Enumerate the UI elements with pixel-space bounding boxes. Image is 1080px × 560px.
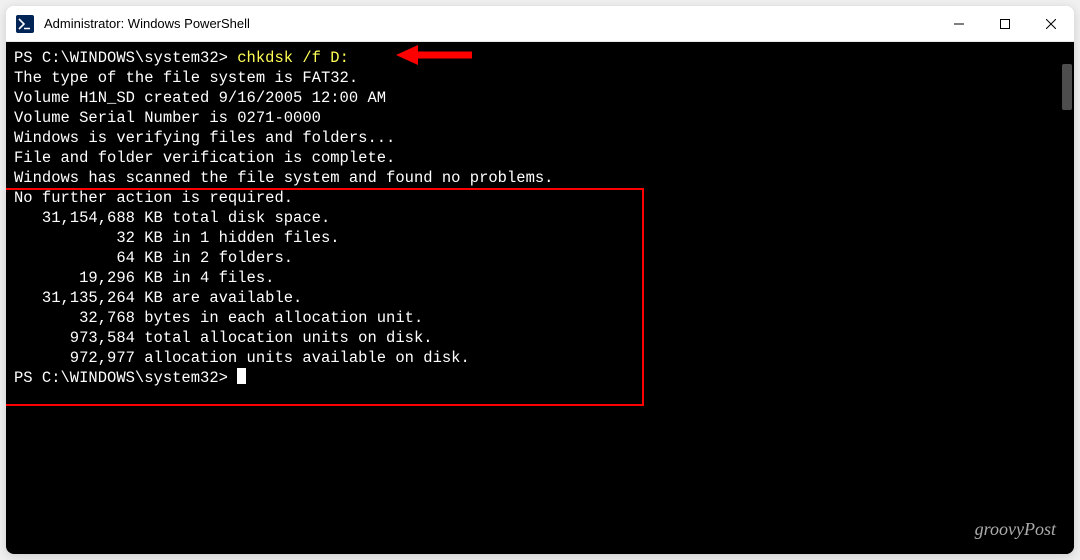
output-line: 64 KB in 2 folders.	[14, 248, 1066, 268]
output-line: File and folder verification is complete…	[14, 148, 1066, 168]
prompt-path: PS C:\WINDOWS\system32>	[14, 369, 237, 387]
titlebar[interactable]: Administrator: Windows PowerShell	[6, 6, 1074, 42]
close-button[interactable]	[1028, 6, 1074, 41]
output-line: Windows is verifying files and folders..…	[14, 128, 1066, 148]
scrollbar[interactable]	[1058, 42, 1074, 554]
output-line: 31,154,688 KB total disk space.	[14, 208, 1066, 228]
powershell-icon	[16, 15, 34, 33]
output-line: 32,768 bytes in each allocation unit.	[14, 308, 1066, 328]
output-line: 972,977 allocation units available on di…	[14, 348, 1066, 368]
output-line: No further action is required.	[14, 188, 1066, 208]
maximize-button[interactable]	[982, 6, 1028, 41]
output-line: The type of the file system is FAT32.	[14, 68, 1066, 88]
prompt-path: PS C:\WINDOWS\system32>	[14, 49, 237, 67]
powershell-window: Administrator: Windows PowerShell PS C:\…	[6, 6, 1074, 554]
window-controls	[936, 6, 1074, 41]
prompt-line-2: PS C:\WINDOWS\system32>	[14, 368, 1066, 388]
minimize-button[interactable]	[936, 6, 982, 41]
output-line: 19,296 KB in 4 files.	[14, 268, 1066, 288]
window-title: Administrator: Windows PowerShell	[44, 16, 936, 31]
output-line: Volume H1N_SD created 9/16/2005 12:00 AM	[14, 88, 1066, 108]
output-line: Windows has scanned the file system and …	[14, 168, 1066, 188]
output-line: Volume Serial Number is 0271-0000	[14, 108, 1066, 128]
scrollbar-thumb[interactable]	[1062, 64, 1072, 110]
command-text: chkdsk /f D:	[237, 49, 349, 67]
output-line: 32 KB in 1 hidden files.	[14, 228, 1066, 248]
watermark: groovyPost	[975, 519, 1056, 540]
output-line: 31,135,264 KB are available.	[14, 288, 1066, 308]
output-line: 973,584 total allocation units on disk.	[14, 328, 1066, 348]
terminal-area[interactable]: PS C:\WINDOWS\system32> chkdsk /f D: The…	[6, 42, 1074, 554]
cursor	[237, 368, 246, 384]
prompt-line-1: PS C:\WINDOWS\system32> chkdsk /f D:	[14, 48, 1066, 68]
